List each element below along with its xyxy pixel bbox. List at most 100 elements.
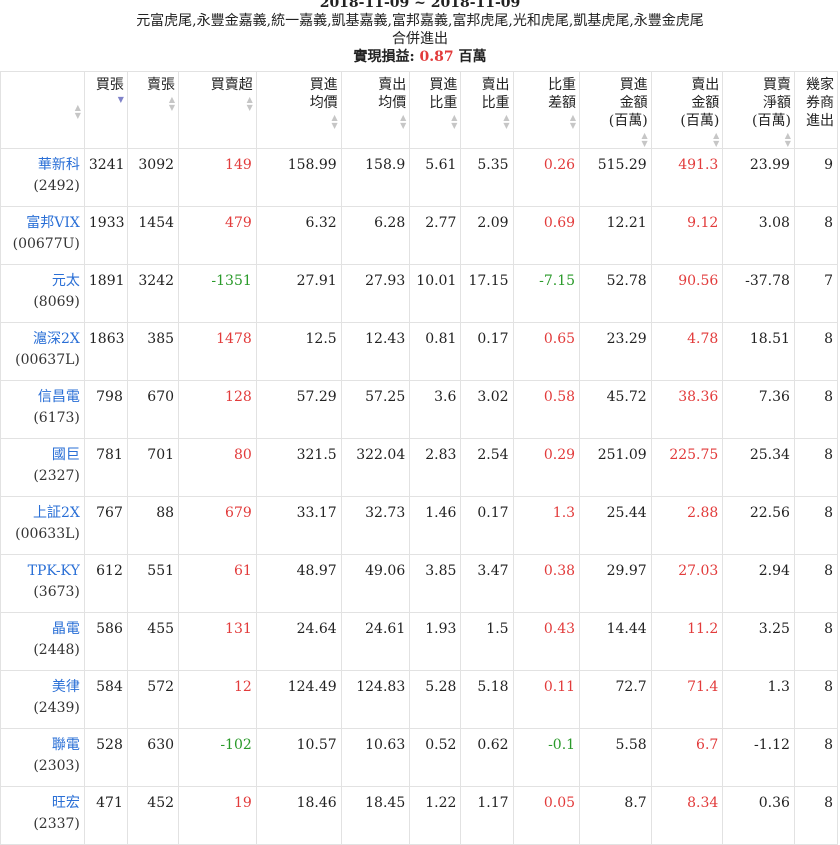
stock-cell[interactable]: 滬深2X (00637L) (0, 322, 85, 381)
column-header-label: 金額 (691, 95, 720, 111)
cell-buy-amt: 25.44 (579, 496, 652, 555)
stock-cell[interactable]: 國巨 (2327) (0, 438, 85, 497)
sort-arrows-icon[interactable]: ▲ ▼ (583, 132, 648, 148)
stock-cell[interactable]: 晶電 (2448) (0, 612, 85, 671)
cell-net: 131 (178, 612, 257, 671)
cell-net: 80 (178, 438, 257, 497)
stock-code: (3673) (33, 584, 80, 600)
cell-buy-pct: 5.28 (409, 670, 462, 729)
stock-name-link[interactable]: 上証2X (5, 503, 80, 523)
cell-sell-avg: 49.06 (340, 554, 411, 613)
stock-cell[interactable]: 旺宏 (2337) (0, 786, 85, 845)
sort-arrows-icon[interactable]: ▲ ▼ (260, 114, 338, 130)
sort-arrows-icon[interactable]: ▲ ▼ (182, 96, 253, 112)
stock-name-link[interactable]: 滬深2X (5, 329, 80, 349)
cell-net-amt: 25.34 (722, 438, 795, 497)
cell-sell-amt: 27.03 (650, 554, 724, 613)
stock-cell[interactable]: 聯電 (2303) (0, 728, 85, 787)
stock-name-link[interactable]: 信昌電 (5, 387, 80, 407)
column-header-4[interactable]: 買進 均價 ▲ ▼ (255, 71, 342, 149)
column-header-6[interactable]: 買進 比重 ▲ ▼ (409, 71, 462, 149)
column-header-7[interactable]: 賣出 比重 ▲ ▼ (460, 71, 514, 149)
stock-cell[interactable]: 富邦VIX (00677U) (0, 206, 85, 265)
sort-arrows-icon[interactable]: ▲ ▼ (413, 114, 457, 130)
cell-buy-avg: 33.17 (255, 496, 342, 555)
column-header-label: 買進 (429, 77, 458, 93)
cell-net-amt: -1.12 (722, 728, 795, 787)
cell-sell: 385 (126, 322, 180, 381)
column-header-11[interactable]: 買賣 淨額 (百萬) ▲ ▼ (722, 71, 795, 149)
stock-name-link[interactable]: 富邦VIX (5, 213, 80, 233)
column-header-label: 賣張 (147, 77, 176, 93)
stock-code: (00637L) (15, 352, 80, 368)
cell-sell: 572 (126, 670, 180, 729)
table-row: 國巨 (2327) 781 701 80 321.5 322.04 2.83 2.54 0.29 2… (0, 438, 839, 497)
stock-name-link[interactable]: 國巨 (5, 445, 80, 465)
column-header-2[interactable]: 賣張 ▲ ▼ (126, 71, 180, 149)
column-header-1[interactable]: 買張 ▼ (83, 71, 128, 149)
cell-brokers: 8 (793, 438, 839, 497)
stock-code: (00633L) (15, 526, 80, 542)
cell-brokers: 8 (793, 670, 839, 729)
sort-arrows-icon[interactable]: ▲ ▼ (4, 104, 81, 120)
cell-brokers: 8 (793, 612, 839, 671)
cell-net: 61 (178, 554, 257, 613)
column-header-9[interactable]: 買進 金額 (百萬) ▲ ▼ (579, 71, 652, 149)
stock-cell[interactable]: 信昌電 (6173) (0, 380, 85, 439)
sort-arrows-icon[interactable]: ▲ ▼ (131, 96, 175, 112)
stock-name-link[interactable]: 華新科 (5, 155, 80, 175)
table-row: 元太 (8069) 1891 3242 -1351 27.91 27.93 10.01 17.1… (0, 264, 839, 323)
table-row: 滬深2X (00637L) 1863 385 1478 12.5 12.43 0.81 0.17… (0, 322, 839, 381)
sort-arrows-icon[interactable]: ▲ ▼ (517, 114, 576, 130)
column-header-5[interactable]: 賣出 均價 ▲ ▼ (340, 71, 411, 149)
cell-sell-pct: 5.18 (460, 670, 514, 729)
stock-name-link[interactable]: 美律 (5, 677, 80, 697)
stock-cell[interactable]: 元太 (8069) (0, 264, 85, 323)
column-header-8[interactable]: 比重 差額 ▲ ▼ (512, 71, 581, 149)
column-header-label: 進出 (806, 113, 834, 129)
stock-cell[interactable]: 華新科 (2492) (0, 148, 85, 207)
column-header-label: (百萬) (608, 113, 648, 129)
sort-arrows-icon[interactable]: ▲ ▼ (464, 114, 509, 130)
cell-sell-pct: 0.17 (460, 496, 514, 555)
cell-buy-amt: 72.7 (579, 670, 652, 729)
realized-pnl: 實現損益: 0.87 百萬 (0, 48, 840, 66)
cell-buy: 1933 (83, 206, 128, 265)
stock-name-link[interactable]: 聯電 (5, 735, 80, 755)
cell-buy-amt: 8.7 (579, 786, 652, 845)
stock-name-link[interactable]: 旺宏 (5, 793, 80, 813)
cell-sell-avg: 18.45 (340, 786, 411, 845)
cell-buy: 3241 (83, 148, 128, 207)
table-row: 旺宏 (2337) 471 452 19 18.46 18.45 1.22 1.17 0.05 8.… (0, 786, 839, 845)
column-header-label: 均價 (309, 95, 338, 111)
column-header-label: 買張 (95, 77, 124, 93)
cell-sell: 455 (126, 612, 180, 671)
stock-name-link[interactable]: 晶電 (5, 619, 80, 639)
sort-arrows-icon[interactable]: ▲ ▼ (726, 132, 791, 148)
cell-buy-amt: 14.44 (579, 612, 652, 671)
column-header-3[interactable]: 買賣超 ▲ ▼ (178, 71, 257, 149)
cell-brokers: 7 (793, 264, 839, 323)
stock-name-link[interactable]: TPK-KY (5, 561, 80, 581)
stock-code: (6173) (33, 410, 80, 426)
date-range: 2018-11-09 ~ 2018-11-09 (319, 0, 521, 11)
cell-sell-avg: 124.83 (340, 670, 411, 729)
sort-arrows-icon[interactable]: ▲ ▼ (345, 114, 406, 130)
stock-name-link[interactable]: 元太 (5, 271, 80, 291)
stock-cell[interactable]: 上証2X (00633L) (0, 496, 85, 555)
cell-buy-avg: 124.49 (255, 670, 342, 729)
column-header-10[interactable]: 賣出 金額 (百萬) ▲ ▼ (650, 71, 724, 149)
stock-cell[interactable]: 美律 (2439) (0, 670, 85, 729)
column-header-0[interactable]: ▲ ▼ (0, 71, 85, 149)
sort-desc-icon[interactable]: ▼ (88, 96, 124, 104)
cell-buy: 471 (83, 786, 128, 845)
cell-sell-pct: 1.17 (460, 786, 514, 845)
cell-sell: 551 (126, 554, 180, 613)
cell-buy-amt: 515.29 (579, 148, 652, 207)
sort-arrows-icon[interactable]: ▲ ▼ (655, 132, 719, 148)
cell-net: -1351 (178, 264, 257, 323)
cell-buy-amt: 52.78 (579, 264, 652, 323)
stock-cell[interactable]: TPK-KY (3673) (0, 554, 85, 613)
cell-net-amt: 23.99 (722, 148, 795, 207)
cell-sell-avg: 24.61 (340, 612, 411, 671)
